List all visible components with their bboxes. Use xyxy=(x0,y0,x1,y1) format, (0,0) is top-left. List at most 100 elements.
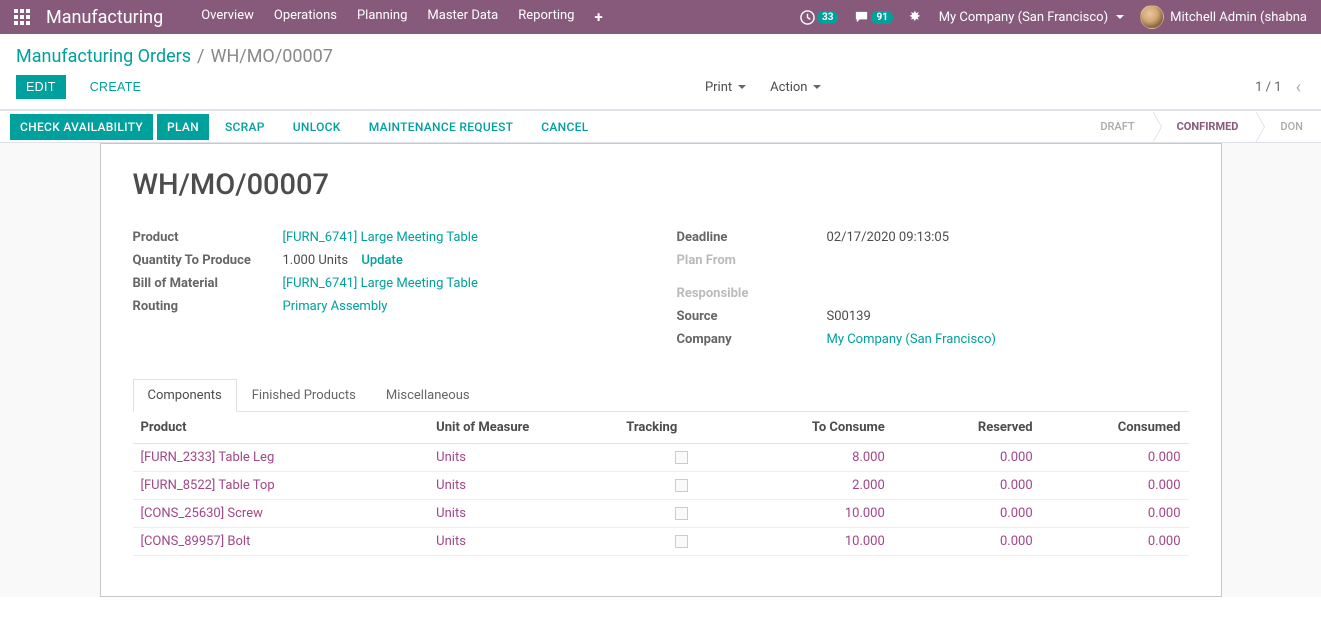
cell-product[interactable]: [CONS_25630] Screw xyxy=(133,500,429,528)
table-row[interactable]: [FURN_2333] Table LegUnits8.0000.0000.00… xyxy=(133,444,1189,472)
menu-master-data[interactable]: Master Data xyxy=(417,0,508,34)
cell-tracking xyxy=(618,528,745,556)
plan-button[interactable]: PLAN xyxy=(157,114,209,140)
product-label: Product xyxy=(133,230,283,245)
product-value[interactable]: [FURN_6741] Large Meeting Table xyxy=(283,230,645,245)
company-switcher[interactable]: My Company (San Francisco) xyxy=(929,6,1134,29)
source-label: Source xyxy=(677,309,827,324)
cell-uom[interactable]: Units xyxy=(428,444,618,472)
source-value: S00139 xyxy=(827,309,1189,324)
breadcrumb-current: WH/MO/00007 xyxy=(210,46,332,67)
cell-toconsume: 10.000 xyxy=(745,528,893,556)
components-table: Product Unit of Measure Tracking To Cons… xyxy=(133,412,1189,556)
form-sheet: WH/MO/00007 Product [FURN_6741] Large Me… xyxy=(100,143,1222,597)
col-uom[interactable]: Unit of Measure xyxy=(428,412,618,444)
tab-components[interactable]: Components xyxy=(133,379,237,412)
cell-product[interactable]: [FURN_8522] Table Top xyxy=(133,472,429,500)
tracking-checkbox xyxy=(675,535,688,548)
col-reserved[interactable]: Reserved xyxy=(893,412,1041,444)
cell-reserved: 0.000 xyxy=(893,528,1041,556)
cell-tracking xyxy=(618,500,745,528)
form-col-left: Product [FURN_6741] Large Meeting Table … xyxy=(133,226,645,351)
company-name: My Company (San Francisco) xyxy=(939,10,1108,25)
stage-confirmed[interactable]: CONFIRMED xyxy=(1153,111,1257,142)
cell-consumed: 0.000 xyxy=(1041,528,1189,556)
company-value[interactable]: My Company (San Francisco) xyxy=(827,332,1189,347)
cell-consumed: 0.000 xyxy=(1041,444,1189,472)
activities-button[interactable]: 33 xyxy=(792,6,846,29)
app-brand[interactable]: Manufacturing xyxy=(46,7,163,28)
pager[interactable]: 1 / 1 xyxy=(1255,80,1281,95)
bom-value[interactable]: [FURN_6741] Large Meeting Table xyxy=(283,276,645,291)
cell-uom[interactable]: Units xyxy=(428,472,618,500)
chevron-down-icon xyxy=(1116,15,1124,19)
breadcrumb-separator: / xyxy=(197,46,204,67)
menu-planning[interactable]: Planning xyxy=(347,0,417,34)
tab-finished[interactable]: Finished Products xyxy=(237,379,371,412)
menu-reporting[interactable]: Reporting xyxy=(508,0,584,34)
discuss-count: 91 xyxy=(871,11,892,24)
responsible-label: Responsible xyxy=(677,286,827,301)
cell-product[interactable]: [CONS_89957] Bolt xyxy=(133,528,429,556)
col-consumed[interactable]: Consumed xyxy=(1041,412,1189,444)
table-row[interactable]: [FURN_8522] Table TopUnits2.0000.0000.00… xyxy=(133,472,1189,500)
debug-icon[interactable]: ✸ xyxy=(901,3,929,31)
user-name: Mitchell Admin (shabna xyxy=(1170,10,1307,25)
col-product[interactable]: Product xyxy=(133,412,429,444)
cancel-button[interactable]: CANCEL xyxy=(529,114,600,140)
status-bar: CHECK AVAILABILITY PLAN SCRAP UNLOCK MAI… xyxy=(0,110,1321,143)
create-button[interactable]: CREATE xyxy=(80,76,152,98)
cell-tracking xyxy=(618,444,745,472)
breadcrumb: Manufacturing Orders / WH/MO/00007 xyxy=(0,34,1321,75)
routing-value[interactable]: Primary Assembly xyxy=(283,299,645,314)
user-menu[interactable]: Mitchell Admin (shabna xyxy=(1134,3,1313,31)
print-dropdown[interactable]: Print xyxy=(697,76,754,99)
planfrom-label: Plan From xyxy=(677,253,827,268)
table-row[interactable]: [CONS_89957] BoltUnits10.0000.0000.000 xyxy=(133,528,1189,556)
status-actions: CHECK AVAILABILITY PLAN SCRAP UNLOCK MAI… xyxy=(0,111,602,142)
qty-label: Quantity To Produce xyxy=(133,253,283,268)
cell-reserved: 0.000 xyxy=(893,500,1041,528)
pager-prev-icon[interactable]: ‹ xyxy=(1292,77,1305,98)
stage-draft[interactable]: DRAFT xyxy=(1076,111,1152,142)
col-tracking[interactable]: Tracking xyxy=(618,412,745,444)
navbar-right: 33 91 ✸ My Company (San Francisco) Mitch… xyxy=(792,3,1313,31)
activities-count: 33 xyxy=(817,11,838,24)
deadline-label: Deadline xyxy=(677,230,827,245)
unlock-button[interactable]: UNLOCK xyxy=(281,114,353,140)
cell-uom[interactable]: Units xyxy=(428,500,618,528)
deadline-value: 02/17/2020 09:13:05 xyxy=(827,230,1189,245)
tracking-checkbox xyxy=(675,479,688,492)
button-row: EDIT CREATE Print Action 1 / 1 ‹ xyxy=(0,75,1321,109)
discuss-button[interactable]: 91 xyxy=(846,6,900,29)
tab-misc[interactable]: Miscellaneous xyxy=(371,379,485,412)
menu-add-icon[interactable]: + xyxy=(584,0,612,34)
action-dropdown[interactable]: Action xyxy=(762,76,829,99)
breadcrumb-parent[interactable]: Manufacturing Orders xyxy=(16,46,191,67)
menu-overview[interactable]: Overview xyxy=(191,0,264,34)
scrap-button[interactable]: SCRAP xyxy=(213,114,277,140)
cell-reserved: 0.000 xyxy=(893,444,1041,472)
apps-icon[interactable] xyxy=(8,3,36,31)
form-columns: Product [FURN_6741] Large Meeting Table … xyxy=(133,226,1189,351)
chevron-down-icon xyxy=(813,85,821,89)
control-panel: Manufacturing Orders / WH/MO/00007 EDIT … xyxy=(0,34,1321,110)
cell-product[interactable]: [FURN_2333] Table Leg xyxy=(133,444,429,472)
main-menu: Overview Operations Planning Master Data… xyxy=(191,0,612,34)
navbar: Manufacturing Overview Operations Planni… xyxy=(0,0,1321,34)
col-toconsume[interactable]: To Consume xyxy=(745,412,893,444)
check-availability-button[interactable]: CHECK AVAILABILITY xyxy=(10,114,153,140)
company-label: Company xyxy=(677,332,827,347)
cell-uom[interactable]: Units xyxy=(428,528,618,556)
qty-value: 1.000 Units Update xyxy=(283,253,645,268)
clock-icon xyxy=(800,10,815,25)
stage-done[interactable]: DON xyxy=(1256,111,1321,142)
tracking-checkbox xyxy=(675,451,688,464)
maintenance-request-button[interactable]: MAINTENANCE REQUEST xyxy=(357,114,526,140)
menu-operations[interactable]: Operations xyxy=(264,0,347,34)
qty-update-button[interactable]: Update xyxy=(361,253,402,268)
table-row[interactable]: [CONS_25630] ScrewUnits10.0000.0000.000 xyxy=(133,500,1189,528)
edit-button[interactable]: EDIT xyxy=(16,75,66,99)
cell-toconsume: 8.000 xyxy=(745,444,893,472)
cell-consumed: 0.000 xyxy=(1041,500,1189,528)
